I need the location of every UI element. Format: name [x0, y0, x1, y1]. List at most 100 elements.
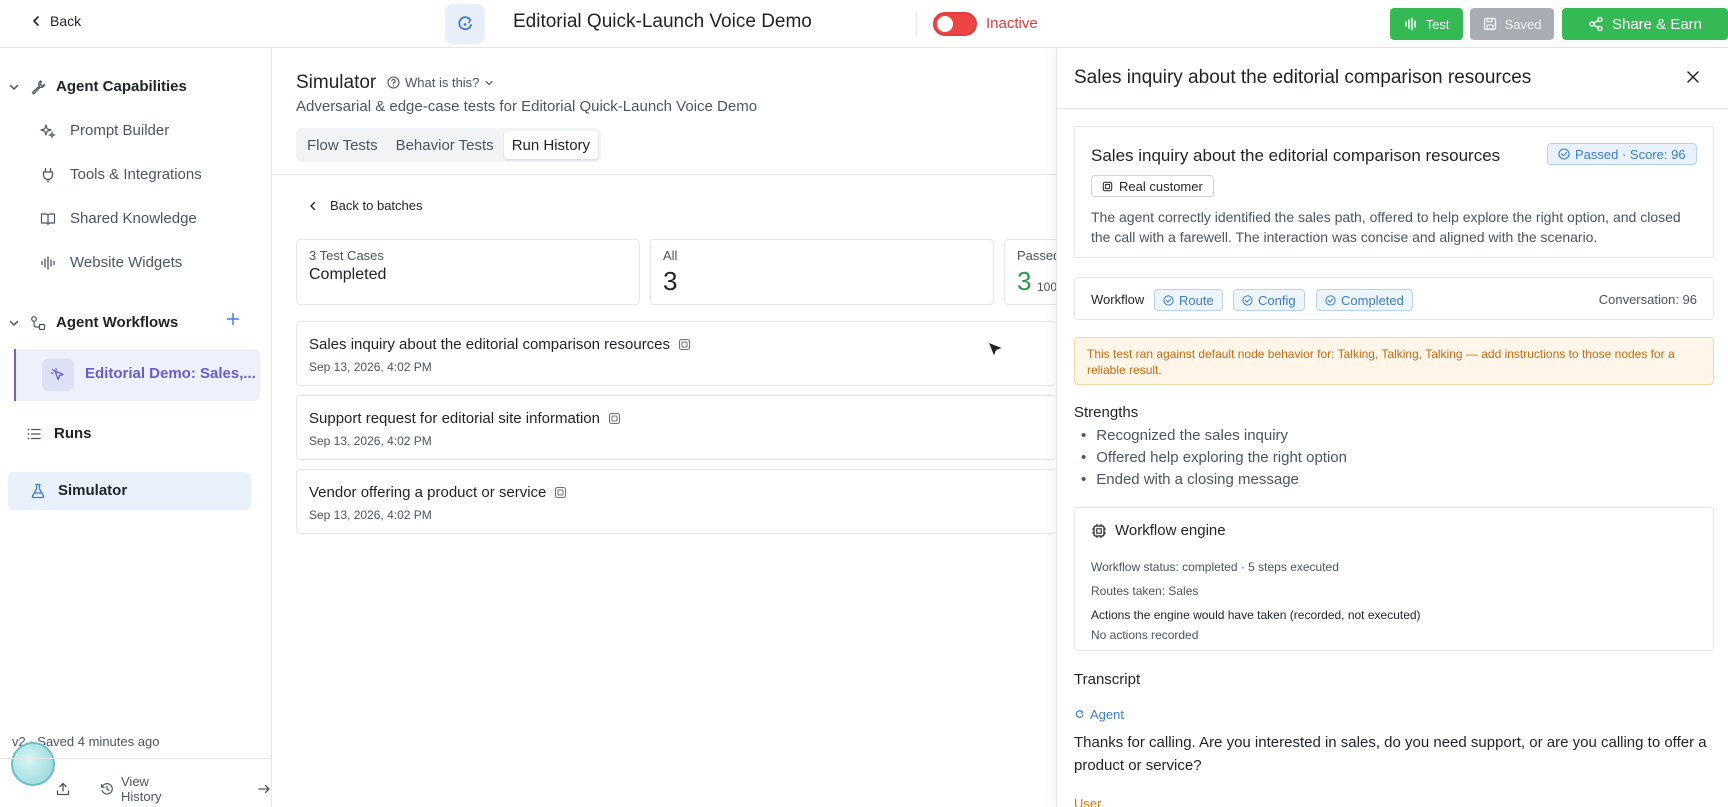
workflow-card: Workflow Route Config Completed Conversa…	[1074, 277, 1714, 320]
chip-label: Route	[1179, 292, 1214, 308]
sidebar-item-tools[interactable]: Tools & Integrations	[40, 166, 202, 183]
speaker-user: User	[1074, 796, 1101, 807]
view-history-button[interactable]: View History	[100, 774, 189, 804]
avatar[interactable]	[11, 742, 55, 786]
sidebar-item-shared-knowledge[interactable]: Shared Knowledge	[40, 210, 197, 227]
stat-percent: 100	[1037, 280, 1058, 294]
sidebar-item-label: Simulator	[58, 482, 128, 499]
persona-label: Real customer	[1119, 178, 1203, 194]
stat-card-all: All 3	[650, 239, 994, 305]
simulator-title: Simulator	[296, 72, 377, 93]
what-is-this-button[interactable]: What is this?	[387, 75, 494, 90]
workflow-icon	[30, 315, 46, 331]
list-icon	[26, 426, 42, 442]
bot-icon	[1102, 181, 1113, 192]
sidebar-section-label: Agent Workflows	[56, 314, 179, 331]
chevron-left-icon	[30, 15, 42, 27]
app-logo[interactable]	[445, 4, 485, 44]
add-workflow-button[interactable]	[226, 312, 240, 326]
audio-lines-icon	[40, 255, 56, 271]
tab-run-history[interactable]: Run History	[503, 131, 599, 159]
stat-card-batch: 3 Test Cases Completed	[296, 239, 640, 305]
view-history-label: View History	[121, 774, 162, 804]
check-circle-icon	[1558, 148, 1570, 160]
list-item: • Offered help exploring the right option	[1081, 449, 1347, 466]
sidebar-item-label: Tools & Integrations	[70, 166, 202, 183]
page-title: Editorial Quick-Launch Voice Demo	[513, 11, 812, 32]
close-icon	[1685, 69, 1701, 85]
bot-icon	[554, 486, 567, 499]
workflow-chip-config: Config	[1233, 289, 1305, 311]
sidebar-item-prompt-builder[interactable]: Prompt Builder	[40, 122, 169, 139]
speaker-agent: Agent	[1074, 707, 1124, 722]
test-case-row[interactable]: Support request for editorial site infor…	[296, 395, 1056, 460]
speaker-label: Agent	[1090, 707, 1124, 722]
plug-icon	[40, 167, 56, 183]
case-title: Vendor offering a product or service	[309, 484, 547, 501]
check-circle-icon	[1163, 294, 1174, 306]
test-button[interactable]: Test	[1390, 8, 1463, 40]
waveform-icon	[1404, 17, 1418, 31]
chevron-left-icon	[308, 201, 318, 211]
sidebar-item-simulator[interactable]: Simulator	[8, 472, 251, 510]
refresh-spark-icon	[1074, 709, 1085, 720]
help-circle-icon	[387, 76, 400, 89]
chevron-down-icon	[8, 317, 20, 329]
sidebar: Agent Capabilities Prompt Builder Tools …	[0, 48, 272, 807]
cursor-click-icon	[42, 359, 74, 391]
strengths-heading: Strengths	[1074, 404, 1139, 421]
case-title: Sales inquiry about the editorial compar…	[309, 336, 671, 353]
result-title: Sales inquiry about the editorial compar…	[1091, 146, 1501, 165]
engine-actions-title: Actions the engine would have taken (rec…	[1091, 608, 1421, 622]
back-to-batches-button[interactable]: Back to batches	[308, 198, 423, 213]
bot-icon	[608, 412, 621, 425]
sidebar-section-label: Agent Capabilities	[56, 78, 187, 95]
save-icon	[1483, 17, 1497, 31]
tab-flow-tests[interactable]: Flow Tests	[299, 131, 386, 159]
status-label: Inactive	[986, 15, 1038, 32]
stat-label: All	[663, 248, 678, 263]
main-content: Simulator What is this? Adversarial & ed…	[272, 48, 1064, 807]
chip-label: Completed	[1341, 292, 1404, 308]
sidebar-section-capabilities[interactable]: Agent Capabilities	[8, 78, 187, 95]
engine-status: Workflow status: completed · 5 steps exe…	[1091, 560, 1339, 574]
strength-text: Offered help exploring the right option	[1096, 449, 1347, 466]
close-button[interactable]	[1685, 69, 1701, 85]
strength-text: Ended with a closing message	[1096, 471, 1299, 488]
saved-button[interactable]: Saved	[1470, 8, 1554, 40]
case-date: Sep 13, 2026, 4:02 PM	[309, 508, 432, 522]
sidebar-item-runs[interactable]: Runs	[26, 425, 92, 442]
divider	[916, 12, 917, 36]
case-date: Sep 13, 2026, 4:02 PM	[309, 434, 432, 448]
workflow-label: Editorial Demo: Sales,...	[85, 365, 256, 382]
bot-icon	[678, 338, 691, 351]
sidebar-section-workflows[interactable]: Agent Workflows	[8, 314, 178, 331]
test-case-row[interactable]: Sales inquiry about the editorial compar…	[296, 321, 1056, 386]
list-item: • Recognized the sales inquiry	[1081, 427, 1289, 444]
status-badge-label: Passed · Score: 96	[1575, 146, 1686, 162]
workflow-label: Workflow	[1091, 292, 1145, 307]
active-toggle[interactable]	[933, 12, 977, 36]
engine-title-row: Workflow engine	[1091, 522, 1226, 539]
persona-badge: Real customer	[1091, 175, 1214, 197]
engine-routes: Routes taken: Sales	[1091, 584, 1199, 598]
sidebar-item-active-workflow[interactable]: Editorial Demo: Sales,...	[14, 349, 260, 401]
what-is-label: What is this?	[405, 75, 480, 90]
flask-icon	[30, 483, 46, 499]
back-button[interactable]: Back	[30, 13, 81, 29]
conversation-score: Conversation: 96	[1598, 292, 1697, 307]
test-case-row[interactable]: Vendor offering a product or service Sep…	[296, 469, 1056, 534]
arrow-right-icon[interactable]	[257, 782, 271, 796]
upload-icon[interactable]	[56, 782, 70, 796]
chevron-down-icon	[8, 81, 20, 93]
engine-title: Workflow engine	[1115, 522, 1226, 539]
sidebar-item-website-widgets[interactable]: Website Widgets	[40, 254, 182, 271]
share-earn-button[interactable]: Share & Earn	[1562, 8, 1728, 40]
workflow-chip-completed: Completed	[1316, 289, 1413, 311]
strength-text: Recognized the sales inquiry	[1096, 427, 1289, 444]
share-label: Share & Earn	[1611, 15, 1703, 33]
stat-value: 3	[663, 266, 678, 296]
test-label: Test	[1425, 16, 1450, 32]
tab-behavior-tests[interactable]: Behavior Tests	[388, 131, 502, 159]
sidebar-item-label: Shared Knowledge	[70, 210, 197, 227]
